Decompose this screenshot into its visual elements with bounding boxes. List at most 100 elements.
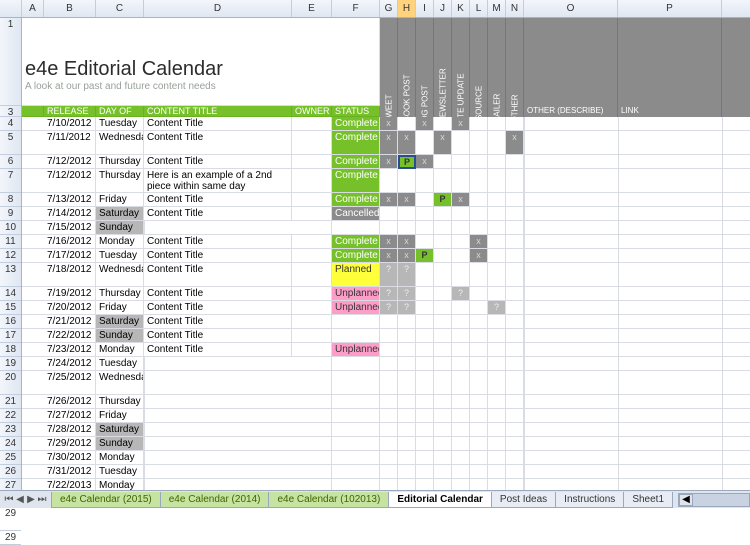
cell-title[interactable]: Content Title: [144, 207, 292, 221]
row-header-8[interactable]: 8: [0, 193, 21, 207]
cell-date[interactable]: 7/23/2012: [44, 343, 96, 357]
col-header-G[interactable]: G: [380, 0, 398, 17]
col-header-H[interactable]: H: [398, 0, 416, 17]
cell-channel[interactable]: [452, 423, 470, 437]
col-header-K[interactable]: K: [452, 0, 470, 17]
cell-status[interactable]: [332, 409, 380, 423]
row-header-6[interactable]: 6: [0, 155, 21, 169]
cell-date[interactable]: 7/27/2012: [44, 409, 96, 423]
cell-channel[interactable]: [416, 357, 434, 371]
cell-channel[interactable]: [488, 235, 506, 249]
cell-dow[interactable]: Thursday: [96, 155, 144, 169]
cell-channel[interactable]: [470, 409, 488, 423]
cell-channel[interactable]: x: [452, 117, 470, 131]
cell-channel[interactable]: ?: [398, 301, 416, 315]
cell-channel[interactable]: [398, 451, 416, 465]
cell-channel[interactable]: [488, 169, 506, 193]
cell-dow[interactable]: Sunday: [96, 221, 144, 235]
cell-channel[interactable]: [416, 409, 434, 423]
cell-channel[interactable]: [398, 169, 416, 193]
cell-channel[interactable]: [488, 371, 506, 395]
col-header-D[interactable]: D: [144, 0, 292, 17]
cell-date[interactable]: 7/29/2012: [44, 437, 96, 451]
cell-status[interactable]: [332, 357, 380, 371]
cell-channel[interactable]: [506, 193, 524, 207]
cell-title[interactable]: Content Title: [144, 315, 292, 329]
row-header-29[interactable]: 29: [0, 507, 21, 531]
cell-owner[interactable]: [292, 169, 332, 193]
cell-channel[interactable]: [416, 263, 434, 287]
cell-status[interactable]: Planned: [332, 263, 380, 287]
cell-channel[interactable]: [506, 287, 524, 301]
cell-channel[interactable]: [506, 301, 524, 315]
cell-title[interactable]: Content Title: [144, 117, 292, 131]
cell-channel[interactable]: [470, 357, 488, 371]
cell-channel[interactable]: [488, 451, 506, 465]
cell-status[interactable]: Complete: [332, 235, 380, 249]
cell-owner[interactable]: [292, 479, 332, 490]
sheet-tab[interactable]: Editorial Calendar: [388, 492, 492, 508]
cell-date[interactable]: 7/25/2012: [44, 371, 96, 395]
cell-channel[interactable]: [452, 315, 470, 329]
cell-channel[interactable]: [452, 371, 470, 395]
tab-scrollbar[interactable]: ◀: [678, 493, 750, 507]
cell-owner[interactable]: [292, 395, 332, 409]
cell-channel[interactable]: [434, 451, 452, 465]
cell-channel[interactable]: x: [398, 131, 416, 155]
cell-channel[interactable]: [398, 409, 416, 423]
cell-channel[interactable]: [506, 207, 524, 221]
cell-channel[interactable]: [506, 437, 524, 451]
cell-dow[interactable]: Thursday: [96, 287, 144, 301]
sheet-tab[interactable]: Post Ideas: [491, 492, 556, 508]
cell-channel[interactable]: [488, 315, 506, 329]
cell-title[interactable]: Content Title: [144, 343, 292, 357]
cell-dow[interactable]: Tuesday: [96, 249, 144, 263]
cell-channel[interactable]: [506, 371, 524, 395]
cell-channel[interactable]: [488, 131, 506, 155]
cell-channel[interactable]: x: [380, 155, 398, 169]
cell-status[interactable]: Complete: [332, 131, 380, 155]
cell-channel[interactable]: [434, 249, 452, 263]
cell-channel[interactable]: [506, 409, 524, 423]
row-header-19[interactable]: 19: [0, 357, 21, 371]
row-header-4[interactable]: 4: [0, 117, 21, 131]
cell-channel[interactable]: [488, 117, 506, 131]
cell-status[interactable]: Complete: [332, 117, 380, 131]
sheet-tab[interactable]: e4e Calendar (2014): [160, 492, 270, 508]
row-header-21[interactable]: 21: [0, 395, 21, 409]
cell-channel[interactable]: x: [380, 117, 398, 131]
cell-channel[interactable]: [434, 235, 452, 249]
cell-channel[interactable]: P: [434, 193, 452, 207]
cell-channel[interactable]: [380, 221, 398, 235]
cell-channel[interactable]: [506, 155, 524, 169]
cell-channel[interactable]: [470, 169, 488, 193]
row-header-25[interactable]: 25: [0, 451, 21, 465]
cell-channel[interactable]: ?: [380, 287, 398, 301]
cell-channel[interactable]: [488, 193, 506, 207]
cell-channel[interactable]: [380, 357, 398, 371]
cell-status[interactable]: Unplanned: [332, 343, 380, 357]
cell-channel[interactable]: x: [434, 131, 452, 155]
cell-date[interactable]: 7/12/2012: [44, 169, 96, 193]
cell-channel[interactable]: [506, 423, 524, 437]
sheet-tab[interactable]: Sheet1: [623, 492, 673, 508]
cell-channel[interactable]: [470, 287, 488, 301]
cell-date[interactable]: 7/19/2012: [44, 287, 96, 301]
col-header-B[interactable]: B: [44, 0, 96, 17]
row-header-15[interactable]: 15: [0, 301, 21, 315]
cell-channel[interactable]: [506, 465, 524, 479]
cell-channel[interactable]: [488, 409, 506, 423]
tab-nav-btn[interactable]: ⏮: [4, 494, 14, 506]
cell-channel[interactable]: [488, 221, 506, 235]
cell-status[interactable]: [332, 221, 380, 235]
cell-status[interactable]: Complete: [332, 169, 380, 193]
cell-owner[interactable]: [292, 207, 332, 221]
cell-title[interactable]: Content Title: [144, 249, 292, 263]
cell-title[interactable]: Content Title: [144, 155, 292, 169]
cell-channel[interactable]: [416, 207, 434, 221]
cell-channel[interactable]: [452, 155, 470, 169]
cell-owner[interactable]: [292, 451, 332, 465]
tab-nav[interactable]: ⏮◀▶⏭: [0, 494, 51, 506]
cell-channel[interactable]: [398, 207, 416, 221]
cell-status[interactable]: Unplanned: [332, 287, 380, 301]
